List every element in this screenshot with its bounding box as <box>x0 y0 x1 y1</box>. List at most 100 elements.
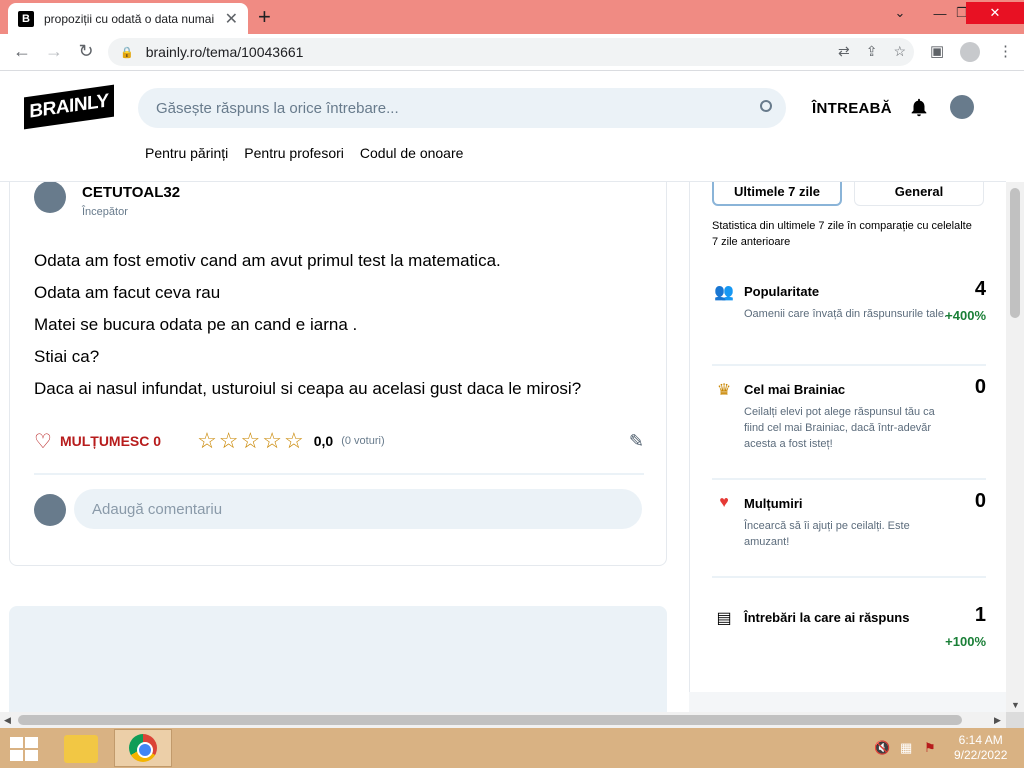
share-icon[interactable]: ⇪ <box>866 43 878 60</box>
answer-line: Odata am fost emotiv cand am avut primul… <box>34 251 501 270</box>
heart-outline-icon[interactable]: ♡ <box>34 429 52 454</box>
answer-body: Odata am fost emotiv cand am avut primul… <box>34 245 644 405</box>
answer-card: CETUTOAL32 Începător Odata am fost emoti… <box>9 182 667 566</box>
ask-button[interactable]: ÎNTREABĂ <box>812 100 892 117</box>
network-icon[interactable]: ▦ <box>900 740 912 756</box>
tab-search-icon[interactable]: ⌄ <box>880 2 920 24</box>
tab-title: propoziții cu odată o data numai <box>44 11 214 26</box>
list-icon: ▤ <box>716 610 732 627</box>
browser-tab[interactable]: B propoziții cu odată o data numai ✕ <box>8 3 248 34</box>
brainly-logo[interactable]: BRAINLY <box>24 84 114 130</box>
clock-time: 6:14 AM <box>958 733 1003 747</box>
stats-sidebar: Ultimele 7 zile General Statistica din u… <box>689 182 1006 692</box>
stat-value: 0 <box>974 490 986 512</box>
answerer-avatar[interactable] <box>34 182 66 213</box>
vote-count: (0 voturi) <box>341 435 385 447</box>
side-panel-icon[interactable]: ▣ <box>930 42 944 60</box>
divider <box>712 576 986 578</box>
divider <box>34 473 644 475</box>
vertical-scroll-thumb[interactable] <box>1010 188 1020 318</box>
stat-change: +400% <box>945 308 986 323</box>
page-content: CETUTOAL32 Începător Odata am fost emoti… <box>0 182 1006 712</box>
volume-muted-icon[interactable]: 🔇 <box>874 740 890 756</box>
scroll-down-arrow-icon[interactable]: ▼ <box>1011 700 1020 710</box>
stat-title: Cel mai Brainiac <box>744 382 846 397</box>
action-center-icon[interactable]: ⚑ <box>924 740 936 756</box>
forward-icon[interactable]: → <box>42 41 66 62</box>
scroll-left-arrow-icon[interactable]: ◀ <box>4 715 11 726</box>
edit-pencil-icon[interactable]: ✎ <box>629 431 644 452</box>
brainly-favicon-icon: B <box>18 10 34 27</box>
star-icon[interactable]: ☆ <box>262 428 282 454</box>
stat-value: 4 <box>974 278 986 300</box>
url-bar[interactable]: 🔒 brainly.ro/tema/10043661 ⇄ ⇪ ☆ <box>108 38 914 66</box>
divider <box>712 478 986 480</box>
scroll-right-arrow-icon[interactable]: ▶ <box>994 715 1001 726</box>
nav-honor-code-link[interactable]: Codul de onoare <box>360 145 464 161</box>
search-input[interactable]: Găsește răspuns la orice întrebare... <box>138 88 786 128</box>
new-tab-button[interactable]: + <box>258 4 271 30</box>
address-toolbar: ← → ↻ 🔒 brainly.ro/tema/10043661 ⇄ ⇪ ☆ ▣… <box>0 34 1024 71</box>
answer-line: Matei se bucura odata pe an cand e iarna… <box>34 315 358 334</box>
comment-input[interactable]: Adaugă comentariu <box>74 489 642 529</box>
lock-icon: 🔒 <box>120 46 134 59</box>
chrome-icon <box>129 734 157 762</box>
search-placeholder: Găsește răspuns la orice întrebare... <box>156 99 399 117</box>
back-icon[interactable]: ← <box>10 41 34 62</box>
answer-line: Daca ai nasul infundat, usturoiul si cea… <box>34 379 582 398</box>
menu-kebab-icon[interactable]: ⋮ <box>998 42 1013 60</box>
window-close-button[interactable]: ✕ <box>966 2 1024 24</box>
system-clock[interactable]: 6:14 AM 9/22/2022 <box>954 733 1007 763</box>
windows-taskbar: 🔇 ▦ ⚑ 6:14 AM 9/22/2022 <box>0 728 1024 768</box>
search-icon[interactable] <box>760 100 772 112</box>
star-icon[interactable]: ☆ <box>241 428 261 454</box>
reload-icon[interactable]: ↻ <box>74 41 98 62</box>
answer-line: Odata am facut ceva rau <box>34 283 221 302</box>
sidebar-footer <box>689 692 1006 712</box>
thanks-button[interactable]: MULȚUMESC 0 <box>60 433 161 449</box>
vertical-scrollbar[interactable]: ▼ <box>1006 182 1024 712</box>
star-icon[interactable]: ☆ <box>219 428 239 454</box>
stat-title: Popularitate <box>744 284 820 299</box>
stats-description: Statistica din ultimele 7 zile în compar… <box>712 220 972 248</box>
divider <box>712 364 986 366</box>
star-icon[interactable]: ☆ <box>284 428 304 454</box>
tab-general[interactable]: General <box>854 182 984 206</box>
answerer-rank: Începător <box>82 206 128 218</box>
user-avatar-icon[interactable] <box>950 95 974 119</box>
stat-description: Ceilalți elevi pot alege răspunsul tău c… <box>744 406 935 450</box>
tab-close-icon[interactable]: ✕ <box>225 9 238 29</box>
translate-icon[interactable]: ⇄ <box>838 43 850 60</box>
stat-value: 1 <box>974 604 986 626</box>
stat-title: Mulțumiri <box>744 496 803 511</box>
crown-icon: ♛ <box>716 382 732 399</box>
nav-parents-link[interactable]: Pentru părinți <box>145 145 228 161</box>
content-placeholder-box <box>9 606 667 712</box>
windows-start-icon[interactable] <box>10 737 38 761</box>
bookmark-star-icon[interactable]: ☆ <box>893 43 906 60</box>
horizontal-scroll-thumb[interactable] <box>18 715 962 725</box>
clock-date: 9/22/2022 <box>954 748 1008 762</box>
heart-icon: ♥ <box>719 494 729 511</box>
answerer-name[interactable]: CETUTOAL32 <box>82 184 180 201</box>
stat-value: 0 <box>974 376 986 398</box>
profile-avatar-icon[interactable] <box>960 42 980 62</box>
rating-value: 0,0 <box>313 433 334 449</box>
horizontal-scrollbar[interactable]: ◀ ▶ <box>0 712 1006 728</box>
commenter-avatar <box>34 494 66 526</box>
stat-description: Încearcă să îi ajuți pe ceilalți. Este a… <box>744 520 910 548</box>
chrome-taskbar-button[interactable] <box>114 729 172 767</box>
stat-change: +100% <box>945 634 986 649</box>
star-icon[interactable]: ☆ <box>197 428 217 454</box>
file-explorer-icon[interactable] <box>64 735 98 763</box>
bell-icon[interactable] <box>908 96 930 118</box>
answer-actions: ♡ MULȚUMESC 0 ☆ ☆ ☆ ☆ ☆ 0,0 (0 voturi) ✎ <box>34 423 644 459</box>
nav-teachers-link[interactable]: Pentru profesori <box>244 145 344 161</box>
browser-tab-strip: B propoziții cu odată o data numai ✕ + ⌄… <box>0 0 1024 34</box>
stat-title: Întrebări la care ai răspuns <box>744 610 910 625</box>
scrollbar-corner <box>1006 712 1024 728</box>
url-text: brainly.ro/tema/10043661 <box>145 44 304 60</box>
stat-description: Oamenii care învață din răspunsurile tal… <box>744 308 947 320</box>
people-icon: 👥 <box>714 284 734 301</box>
tab-last-7-days[interactable]: Ultimele 7 zile <box>712 182 842 206</box>
